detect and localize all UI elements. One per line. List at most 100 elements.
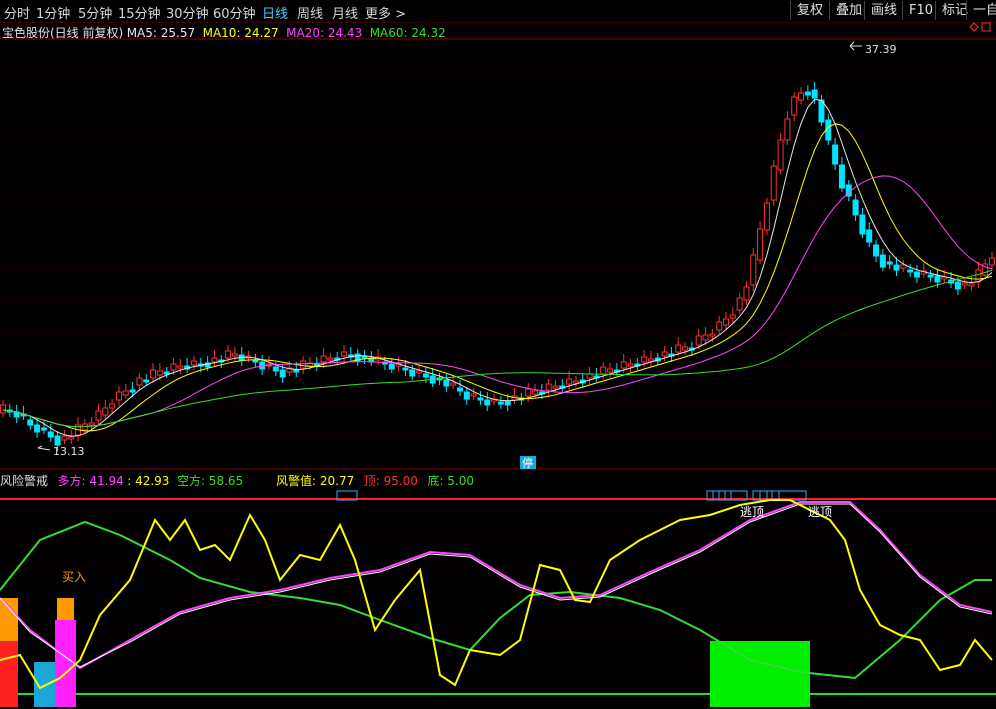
candle-body	[695, 335, 702, 346]
ma60-line	[2, 269, 993, 428]
candle-body	[729, 314, 736, 319]
candle-body	[566, 378, 573, 385]
candle-body	[40, 427, 47, 431]
candle-body	[709, 333, 716, 337]
candle-body	[27, 419, 34, 426]
candle-body	[422, 373, 429, 378]
candle-body	[95, 410, 102, 421]
candle-body	[832, 144, 839, 165]
low-arrow-icon	[37, 445, 51, 451]
candle-body	[852, 199, 859, 216]
duo-line	[0, 501, 993, 670]
buy-bar-orange	[0, 598, 18, 642]
square-icon[interactable]	[981, 22, 991, 32]
buy-bar-orange-2	[57, 598, 74, 620]
candle-body	[798, 92, 805, 101]
candle-body	[143, 379, 150, 383]
candle-body	[293, 369, 300, 373]
candle-body	[327, 357, 334, 361]
candle-body	[873, 244, 880, 257]
candle-body	[627, 363, 634, 367]
candle-body	[791, 96, 798, 116]
candle-body	[661, 351, 668, 357]
candle-body	[129, 389, 136, 393]
candle-body	[341, 351, 348, 357]
candle-body	[954, 281, 961, 290]
candle-body	[320, 355, 327, 363]
candle-body	[757, 228, 764, 261]
candle-body	[722, 318, 729, 326]
candle-body	[497, 401, 504, 405]
halt-label: 停	[522, 456, 533, 470]
candle-body	[586, 373, 593, 379]
candle-body	[736, 297, 743, 311]
high-price-label: 37.39	[865, 43, 897, 56]
candle-body	[934, 275, 941, 283]
candle-body	[641, 356, 648, 363]
candle-body	[913, 271, 920, 278]
candle-body	[136, 377, 143, 386]
candle-body	[545, 383, 552, 391]
low-price-label: 13.13	[53, 445, 85, 458]
indicator-lines	[0, 499, 993, 690]
candle-body	[115, 391, 122, 401]
candle-body	[156, 370, 163, 376]
candle-body	[600, 366, 607, 375]
duo-line-shadow	[0, 503, 993, 668]
escape-top-label-2: 逃顶	[808, 505, 832, 519]
candle-body	[893, 264, 900, 271]
buy-bar-red	[0, 641, 18, 707]
candle-body	[456, 387, 463, 392]
candle-body	[47, 431, 54, 438]
risk-line	[0, 499, 993, 690]
candle-body	[886, 261, 893, 265]
escape-top-label-1: 逃顶	[740, 505, 764, 519]
candle-body	[150, 369, 157, 379]
candle-body	[777, 139, 784, 171]
candle-body	[163, 371, 170, 375]
candle-body	[804, 91, 811, 96]
candle-body	[231, 353, 238, 357]
candle-body	[102, 407, 109, 416]
candle-body	[225, 350, 232, 359]
candle-body	[532, 390, 539, 395]
candle-body	[68, 436, 75, 440]
candle-body	[388, 363, 395, 370]
candle-body	[572, 380, 579, 384]
candle-body	[402, 367, 409, 371]
kong-zone-block	[710, 641, 810, 707]
moving-averages	[2, 98, 993, 437]
high-arrow-icon	[849, 41, 862, 51]
candle-body	[682, 346, 689, 351]
candle-body	[989, 257, 995, 266]
candle-body	[61, 435, 68, 441]
candle-body	[743, 286, 750, 301]
candle-body	[607, 368, 614, 373]
candle-body	[34, 424, 41, 433]
candle-body	[477, 397, 484, 401]
candle-body	[272, 366, 279, 372]
candle-body	[252, 359, 259, 363]
candle-body	[968, 283, 975, 287]
kline-chart[interactable]: 37.39 13.13 停 买入 逃顶 逃顶	[0, 0, 996, 709]
candle-body	[109, 403, 116, 409]
candle-body	[450, 382, 457, 386]
candle-body	[463, 391, 470, 400]
candle-body	[470, 393, 477, 397]
candle-body	[122, 390, 129, 396]
candle-body	[770, 165, 777, 201]
candle-body	[866, 229, 873, 243]
candle-body	[907, 269, 914, 273]
candle-body	[211, 357, 218, 363]
buy-label: 买入	[62, 570, 86, 584]
candle-body	[0, 404, 6, 414]
diamond-icon[interactable]	[969, 22, 979, 32]
candle-body	[88, 422, 95, 426]
candle-body	[784, 118, 791, 141]
candle-body	[504, 400, 511, 406]
candle-body	[879, 254, 886, 268]
candle-body	[961, 282, 968, 286]
candle-body	[675, 344, 682, 353]
candle-body	[702, 334, 709, 341]
candle-body	[484, 399, 491, 406]
